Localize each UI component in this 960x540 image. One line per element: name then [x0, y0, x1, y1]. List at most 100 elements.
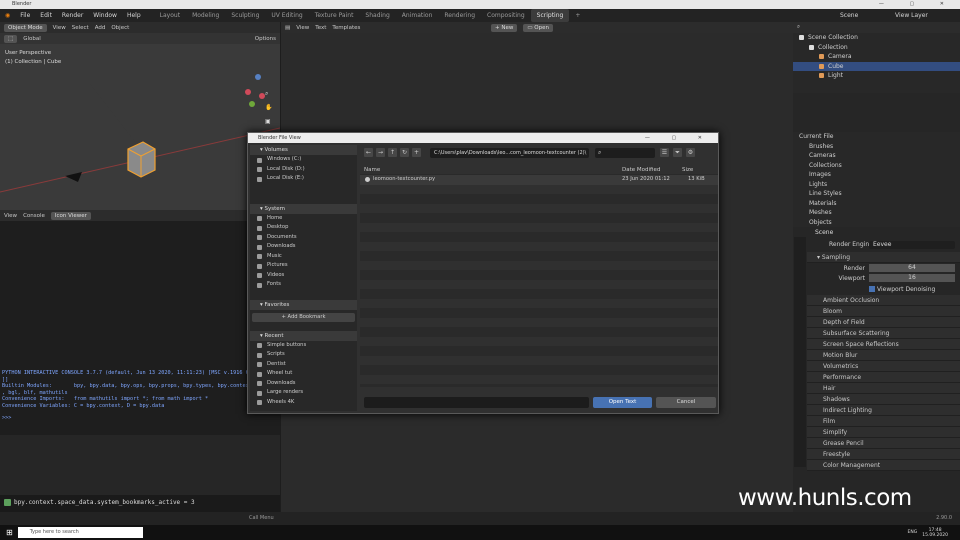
menu-edit[interactable]: Edit [35, 9, 57, 22]
pan-hand-icon[interactable]: ✋ [265, 104, 272, 111]
display-mode-icon[interactable]: ☰ [660, 148, 669, 157]
panel-row[interactable]: Grease Pencil [807, 438, 960, 449]
filter-icon[interactable]: ⏷ [673, 148, 682, 157]
volume-item[interactable]: Windows (C:) [250, 155, 357, 165]
console-menu-console[interactable]: Console [23, 213, 45, 219]
forward-icon[interactable]: → [376, 148, 385, 157]
tab-animation[interactable]: Animation [396, 9, 439, 22]
file-list[interactable]: Name Date Modified Size leomoon-textcoun… [360, 165, 718, 387]
scene-selector[interactable]: Scene [835, 9, 890, 22]
options-dropdown[interactable]: Options [255, 36, 276, 42]
viewport-denoising-checkbox[interactable] [869, 286, 875, 292]
panel-row[interactable]: Color Management [807, 460, 960, 471]
text-menu-text[interactable]: Text [315, 25, 326, 31]
blend-row[interactable]: Lights [793, 180, 960, 190]
filename-input[interactable] [364, 397, 589, 408]
system-item[interactable]: Desktop [250, 223, 357, 233]
blend-row[interactable]: Images [793, 170, 960, 180]
section-favorites[interactable]: ▾ Favorites [250, 299, 357, 310]
tab-compositing[interactable]: Compositing [481, 9, 531, 22]
outliner-search-icon[interactable]: ⌕ [797, 24, 800, 31]
text-editor-type-icon[interactable]: ▤ [285, 25, 290, 31]
dialog-window-controls[interactable]: — ▢ ✕ [645, 133, 712, 143]
windows-start-icon[interactable]: ⊞ [6, 528, 13, 537]
recent-item[interactable]: Downloads [250, 379, 357, 389]
render-samples-field[interactable]: 64 [869, 264, 955, 272]
panel-row[interactable]: Screen Space Reflections [807, 339, 960, 350]
view-layer-selector[interactable]: View Layer [890, 9, 960, 22]
section-volumes[interactable]: ▾ Volumes [250, 145, 357, 155]
tab-texture-paint[interactable]: Texture Paint [309, 9, 360, 22]
menu-file[interactable]: File [15, 9, 35, 22]
panel-row[interactable]: Ambient Occlusion [807, 295, 960, 306]
cancel-button[interactable]: Cancel [656, 397, 716, 408]
render-engine-dropdown[interactable]: Eevee [869, 241, 955, 249]
section-system[interactable]: ▾ System [250, 203, 357, 214]
parent-directory-icon[interactable]: ↑ [388, 148, 397, 157]
blender-logo-icon[interactable]: ◉ [0, 9, 15, 22]
blend-row[interactable]: Objects [793, 218, 960, 228]
panel-row[interactable]: Indirect Lighting [807, 405, 960, 416]
blend-row[interactable]: Brushes [793, 142, 960, 152]
recent-item[interactable]: Large renders [250, 388, 357, 398]
section-recent[interactable]: ▾ Recent [250, 330, 357, 341]
zoom-icon[interactable]: ⌕ [265, 90, 268, 98]
viewport-menu-add[interactable]: Add [95, 25, 106, 31]
recent-item[interactable]: Simple buttons [250, 341, 357, 351]
directory-path-field[interactable]: C:\Users\plav\Downloads\leo...com_leomoo… [430, 148, 589, 158]
viewport-menu-object[interactable]: Object [111, 25, 129, 31]
back-icon[interactable]: ← [364, 148, 373, 157]
blend-row[interactable]: Line Styles [793, 189, 960, 199]
settings-gear-icon[interactable]: ⚙ [686, 148, 695, 157]
panel-row[interactable]: Shadows [807, 394, 960, 405]
menu-window[interactable]: Window [88, 9, 122, 22]
tab-sculpting[interactable]: Sculpting [225, 9, 265, 22]
recent-item[interactable]: Scripts [250, 350, 357, 360]
column-name[interactable]: Name [364, 165, 380, 175]
panel-sampling[interactable]: ▾ Sampling [807, 252, 960, 263]
outliner-row[interactable]: Camera [793, 52, 960, 62]
blend-row[interactable]: Cameras [793, 151, 960, 161]
python-console[interactable]: View Console Icon Viewer PYTHON INTERACT… [0, 210, 280, 435]
orientation-dropdown[interactable]: Global [23, 36, 41, 42]
recent-item[interactable]: Wheels 4K [250, 398, 357, 408]
add-bookmark-button[interactable]: + Add Bookmark [252, 312, 355, 322]
blend-row[interactable]: Meshes [793, 208, 960, 218]
panel-row[interactable]: Film [807, 416, 960, 427]
blend-row[interactable]: Collections [793, 161, 960, 171]
outliner-row[interactable]: Cube [793, 61, 960, 71]
window-controls[interactable]: — ▢ ✕ [879, 0, 956, 9]
panel-row[interactable]: Depth of Field [807, 317, 960, 328]
tab-shading[interactable]: Shading [359, 9, 395, 22]
system-item[interactable]: Downloads [250, 242, 357, 252]
panel-row[interactable]: Hair [807, 383, 960, 394]
tab-modeling[interactable]: Modeling [186, 9, 225, 22]
tab-rendering[interactable]: Rendering [438, 9, 481, 22]
viewport-menu-view[interactable]: View [53, 25, 66, 31]
console-prompt[interactable]: >>> [2, 415, 264, 422]
panel-row[interactable]: Bloom [807, 306, 960, 317]
panel-row[interactable]: Subsurface Scattering [807, 328, 960, 339]
volume-item[interactable]: Local Disk (E:) [250, 174, 357, 184]
file-row[interactable]: leomoon-textcounter.py 23 Jun 2020 01:12… [360, 175, 718, 185]
panel-row[interactable]: Simplify [807, 427, 960, 438]
viewport-3d[interactable]: Object Mode View Select Add Object ⬚ Glo… [0, 22, 280, 210]
console-menu-view[interactable]: View [4, 213, 17, 219]
add-workspace-icon[interactable]: + [569, 9, 586, 22]
text-menu-templates[interactable]: Templates [332, 25, 360, 31]
new-text-button[interactable]: + New [490, 23, 518, 32]
system-item[interactable]: Music [250, 252, 357, 262]
system-item[interactable]: Fonts [250, 280, 357, 290]
system-item[interactable]: Documents [250, 233, 357, 243]
camera-object[interactable] [65, 172, 82, 182]
taskbar-clock[interactable]: 17:48 15.09.2020 [922, 528, 948, 538]
current-file-row[interactable]: Current File [793, 132, 960, 142]
outliner-row[interactable]: Light [793, 71, 960, 81]
viewport-samples-field[interactable]: 16 [869, 274, 955, 282]
recent-item[interactable]: Dentist [250, 360, 357, 370]
panel-row[interactable]: Volumetrics [807, 361, 960, 372]
outliner-scene-collection[interactable]: Scene Collection [793, 33, 960, 43]
column-size[interactable]: Size [682, 165, 693, 175]
tab-layout[interactable]: Layout [154, 9, 186, 22]
panel-row[interactable]: Motion Blur [807, 350, 960, 361]
